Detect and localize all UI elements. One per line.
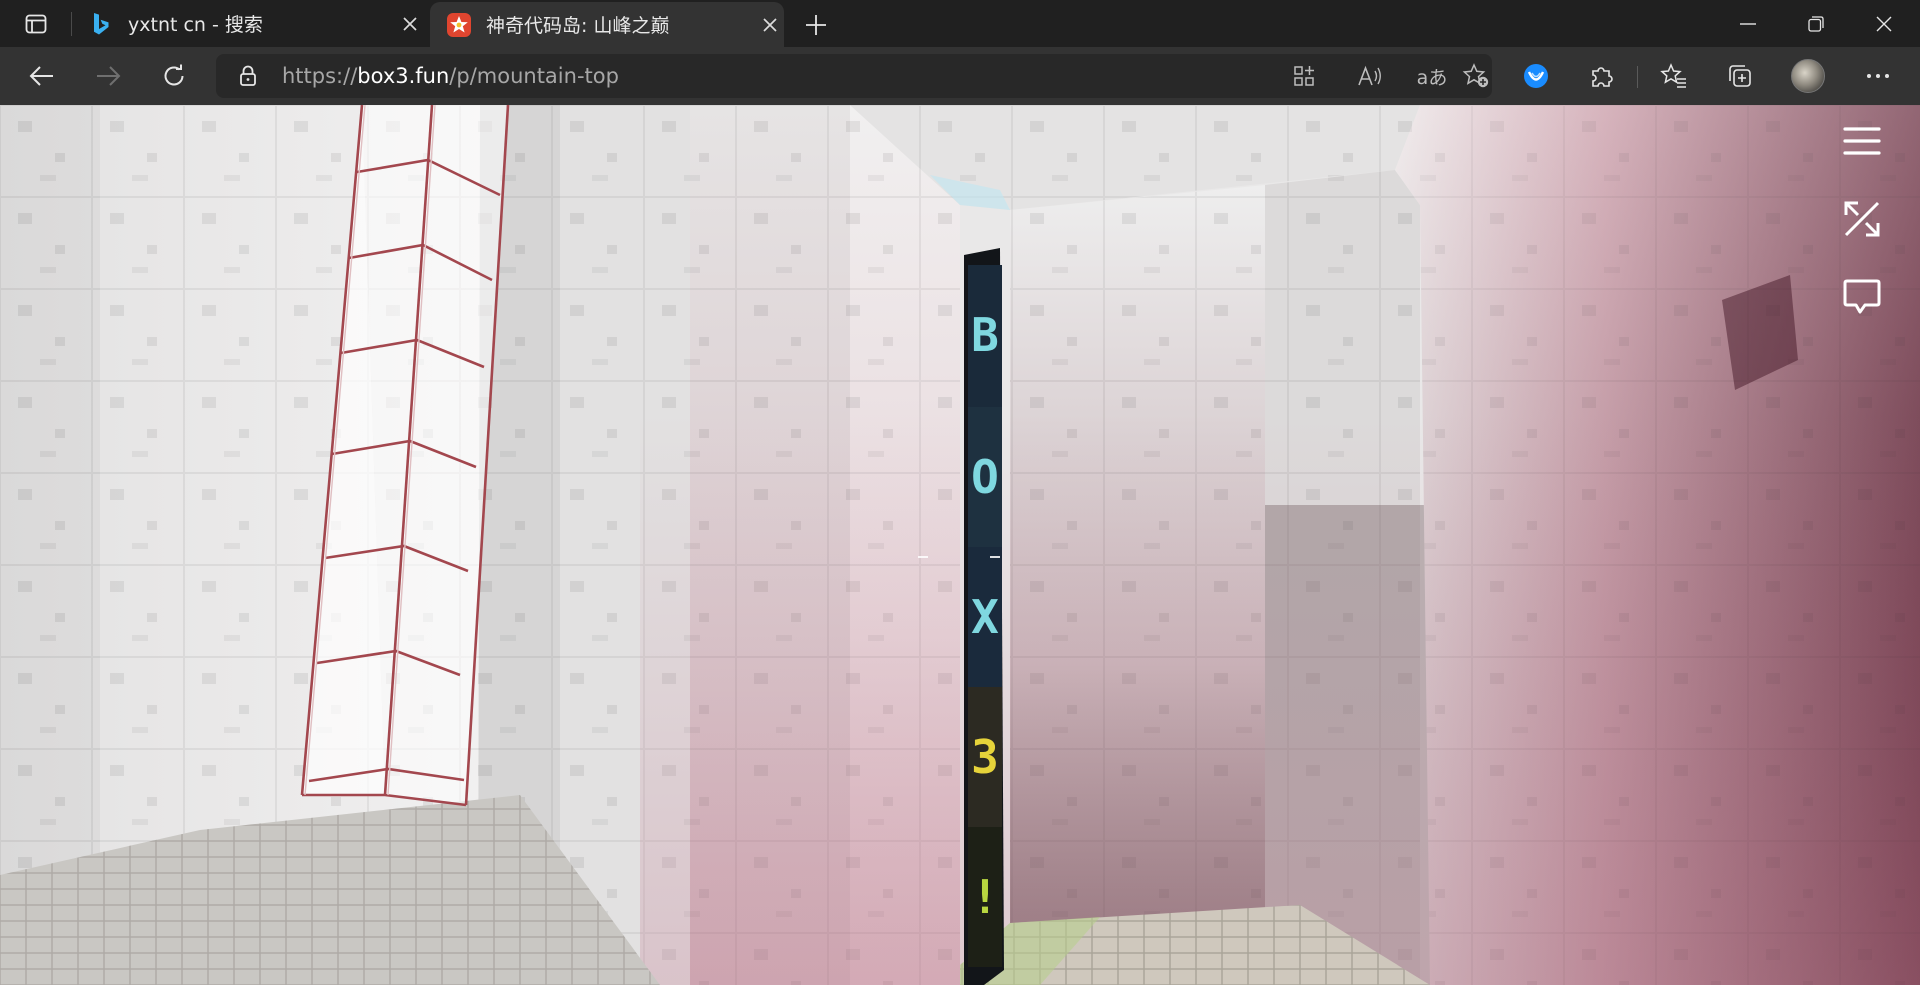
extensions-puzzle-icon[interactable]: [1584, 59, 1620, 93]
translate-icon[interactable]: aあ: [1416, 61, 1448, 91]
url-path: /p/mountain-top: [449, 64, 619, 88]
url-scheme: https://: [282, 64, 358, 88]
new-tab-icon[interactable]: [800, 9, 832, 41]
refresh-icon[interactable]: [154, 57, 194, 95]
minimize-icon[interactable]: [1714, 0, 1782, 47]
add-favorite-icon[interactable]: [1460, 61, 1492, 91]
tab-title: 神奇代码岛: 山峰之巅: [486, 15, 670, 37]
tab-strip: yxtnt cn - 搜索 神奇代码岛: 山峰之巅: [0, 0, 1920, 47]
tab-title: yxtnt cn - 搜索: [128, 14, 263, 36]
sign-letter-o: O: [971, 450, 999, 504]
lock-icon[interactable]: [236, 64, 260, 88]
forward-icon: [88, 57, 128, 95]
close-window-icon[interactable]: [1850, 0, 1918, 47]
address-bar[interactable]: https://box3.fun/p/mountain-top aあ: [216, 54, 1492, 98]
sign-letter-exclaim: !: [971, 870, 999, 924]
tab-box3-game[interactable]: 神奇代码岛: 山峰之巅: [430, 2, 784, 47]
restore-icon[interactable]: [1782, 0, 1850, 47]
fullscreen-icon[interactable]: [1836, 193, 1888, 245]
sign-letter-b: B: [971, 308, 999, 362]
read-aloud-icon[interactable]: [1354, 61, 1386, 91]
bing-logo-icon: [88, 11, 114, 37]
game-viewport[interactable]: B O X 3 !: [0, 105, 1920, 985]
close-tab-icon[interactable]: [396, 10, 424, 38]
tab-actions-icon[interactable]: [14, 10, 58, 38]
app-available-icon[interactable]: [1288, 61, 1320, 91]
menu-icon[interactable]: [1836, 115, 1888, 167]
tab-bing-search[interactable]: yxtnt cn - 搜索: [88, 0, 424, 47]
collections-icon[interactable]: [1722, 59, 1758, 93]
browser-toolbar: https://box3.fun/p/mountain-top aあ: [0, 47, 1920, 105]
sign-letter-x: X: [971, 590, 999, 644]
url-text[interactable]: https://box3.fun/p/mountain-top: [282, 54, 619, 98]
extension-shield-icon[interactable]: [1518, 59, 1554, 93]
back-icon[interactable]: [22, 57, 62, 95]
more-options-icon[interactable]: [1860, 59, 1896, 93]
profile-avatar[interactable]: [1791, 59, 1825, 93]
tab-divider: [71, 12, 72, 36]
chat-icon[interactable]: [1836, 271, 1888, 323]
url-host: box3.fun: [357, 64, 450, 88]
toolbar-divider: [1637, 66, 1638, 88]
box3-star-logo-icon: [446, 12, 472, 38]
sign-letter-3: 3: [971, 730, 999, 784]
favorites-icon[interactable]: [1656, 59, 1692, 93]
game-scene: B O X 3 !: [0, 105, 1920, 985]
close-tab-icon[interactable]: [756, 11, 784, 39]
